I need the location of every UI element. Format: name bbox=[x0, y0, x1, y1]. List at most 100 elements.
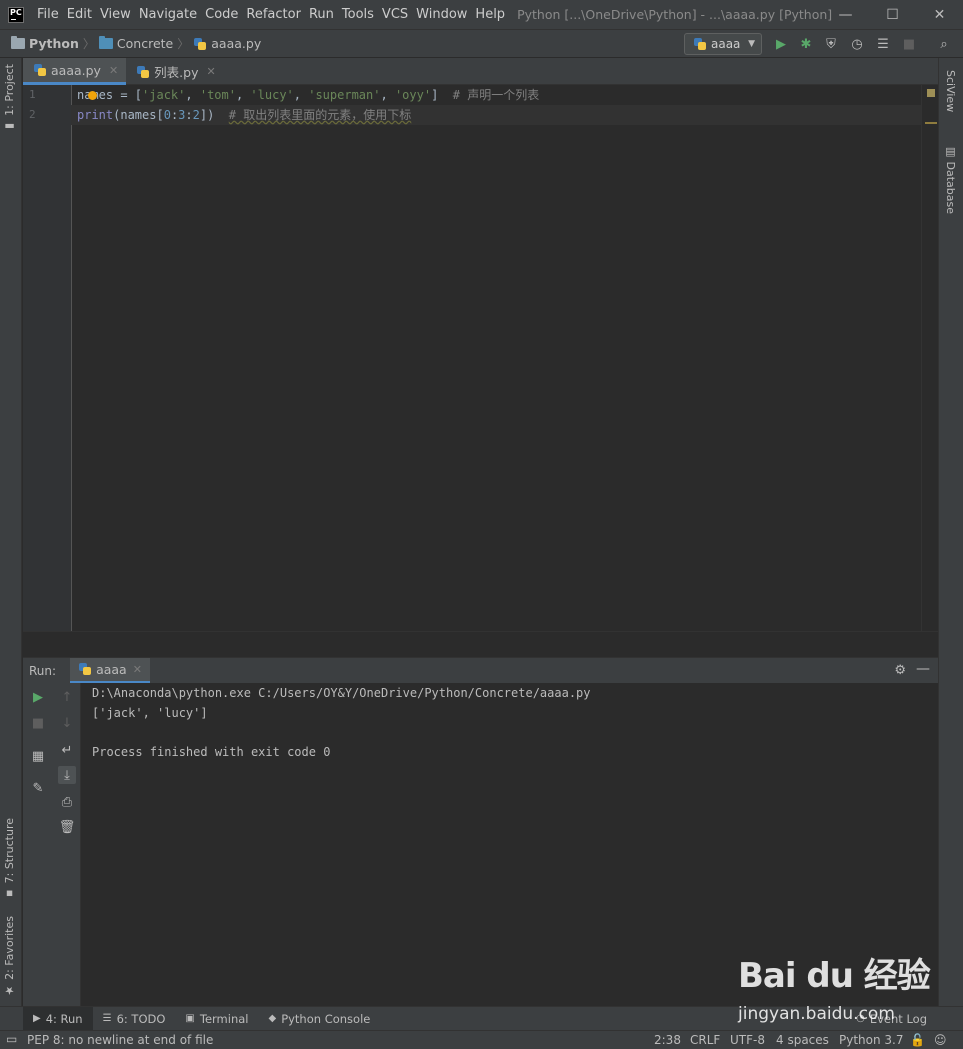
editor-tabs: aaaa.py ✕ 列表.py ✕ bbox=[23, 58, 938, 85]
inspector-icon[interactable]: ☺ bbox=[934, 1033, 947, 1047]
line-number-gutter: 1 2 bbox=[23, 85, 72, 631]
tool-tab-python-console[interactable]: ◆ Python Console bbox=[258, 1007, 380, 1031]
tool-tab-event-log[interactable]: ◔ Event Log bbox=[846, 1007, 937, 1031]
lock-icon[interactable]: 🔓 bbox=[910, 1033, 925, 1047]
menu-navigate[interactable]: Navigate bbox=[135, 7, 201, 22]
code-line-1: names = ['jack', 'tom', 'lucy', 'superma… bbox=[77, 88, 540, 102]
list-icon: ☰ bbox=[102, 1013, 112, 1024]
print-icon[interactable]: ⎙ bbox=[58, 793, 76, 811]
menu-edit[interactable]: Edit bbox=[63, 7, 96, 22]
file-encoding[interactable]: UTF-8 bbox=[730, 1033, 765, 1047]
layout-icon[interactable]: ▦ bbox=[29, 747, 47, 765]
menu-code[interactable]: Code bbox=[201, 7, 242, 22]
soft-wrap-icon[interactable]: ↵ bbox=[58, 741, 76, 759]
arrow-down-icon[interactable]: ↓ bbox=[58, 714, 76, 732]
panel-splitter[interactable] bbox=[23, 631, 938, 657]
console-line: D:\Anaconda\python.exe C:/Users/OY&Y/One… bbox=[92, 686, 591, 700]
close-icon[interactable]: ✕ bbox=[109, 64, 118, 77]
tool-tab-todo[interactable]: ☰ 6: TODO bbox=[93, 1007, 176, 1031]
database-tool-tab[interactable]: ▤ Database bbox=[944, 145, 957, 214]
folder-icon bbox=[11, 36, 25, 49]
trash-icon[interactable]: 🗑 bbox=[58, 818, 76, 836]
line-number: 2 bbox=[29, 108, 36, 121]
warning-marker[interactable] bbox=[925, 122, 937, 124]
minimize-panel-icon[interactable]: — bbox=[916, 661, 930, 677]
run-toolbar-primary: ▶ ■ ▦ ✎ bbox=[23, 683, 52, 1006]
navigation-bar: Python 〉 Concrete 〉 aaaa.py aaaa ▼ ▶ ✱ ⛨… bbox=[0, 29, 963, 58]
project-tool-tab[interactable]: ▬ 1: Project bbox=[3, 64, 16, 133]
line-number: 1 bbox=[29, 88, 36, 101]
maximize-button[interactable]: ☐ bbox=[869, 0, 916, 29]
close-icon[interactable]: ✕ bbox=[206, 65, 215, 78]
run-panel-label: Run: bbox=[29, 663, 57, 678]
menu-run[interactable]: Run bbox=[305, 7, 338, 22]
toggle-tool-windows-icon[interactable]: ▭ bbox=[6, 1032, 17, 1046]
tool-tab-terminal[interactable]: ▣ Terminal bbox=[175, 1007, 258, 1031]
lightbulb-icon[interactable] bbox=[88, 91, 97, 100]
breadcrumb-concrete[interactable]: Concrete 〉 bbox=[98, 35, 193, 52]
status-message[interactable]: PEP 8: no newline at end of file bbox=[27, 1033, 213, 1047]
scroll-to-end-icon[interactable]: ⤓ bbox=[58, 766, 76, 784]
editor-error-stripe[interactable] bbox=[921, 85, 938, 631]
menu-help[interactable]: Help bbox=[471, 7, 509, 22]
tab-list-py[interactable]: 列表.py ✕ bbox=[126, 58, 224, 85]
chevron-down-icon: ▼ bbox=[748, 39, 755, 49]
python-file-icon bbox=[136, 65, 150, 79]
close-button[interactable]: ✕ bbox=[916, 0, 963, 29]
menu-refactor[interactable]: Refactor bbox=[242, 7, 305, 22]
profile-icon[interactable]: ◷ bbox=[848, 35, 866, 53]
line-separator[interactable]: CRLF bbox=[690, 1033, 720, 1047]
menu-tools[interactable]: Tools bbox=[338, 7, 378, 22]
menu-bar: File Edit View Navigate Code Refactor Ru… bbox=[33, 7, 509, 22]
stop-icon[interactable]: ■ bbox=[900, 35, 918, 53]
star-icon: ★ bbox=[3, 983, 16, 997]
stop-icon[interactable]: ■ bbox=[29, 714, 47, 732]
bottom-tool-tabs: ▶ 4: Run ☰ 6: TODO ▣ Terminal ◆ Python C… bbox=[0, 1006, 963, 1031]
window-title: Python [...\OneDrive\Python] - ...\aaaa.… bbox=[517, 7, 833, 22]
menu-view[interactable]: View bbox=[96, 7, 135, 22]
python-icon bbox=[78, 662, 92, 676]
concurrency-icon[interactable]: ☰ bbox=[874, 35, 892, 53]
python-interpreter[interactable]: Python 3.7 bbox=[839, 1033, 904, 1047]
code-line-2: print(names[0:3:2]) # 取出列表里面的元素，使用下标 bbox=[71, 105, 921, 125]
menu-file[interactable]: File bbox=[33, 7, 63, 22]
run-toolbar-secondary: ↑ ↓ ↵ ⤓ ⎙ 🗑 bbox=[52, 683, 81, 1006]
warning-indicator-icon[interactable] bbox=[927, 89, 935, 97]
search-icon[interactable]: ⌕ bbox=[935, 35, 953, 53]
favorites-tool-tab[interactable]: ★ 2: Favorites bbox=[3, 916, 16, 997]
coverage-icon[interactable]: ⛨ bbox=[822, 35, 840, 53]
breadcrumb-file[interactable]: aaaa.py bbox=[193, 36, 261, 51]
run-icon: ▶ bbox=[33, 1013, 41, 1024]
indent-setting[interactable]: 4 spaces bbox=[776, 1033, 829, 1047]
caret-position[interactable]: 2:38 bbox=[654, 1033, 681, 1047]
run-icon[interactable]: ▶ bbox=[772, 35, 790, 53]
structure-tool-tab[interactable]: ▪ 7: Structure bbox=[3, 818, 16, 900]
close-icon[interactable]: ✕ bbox=[133, 663, 142, 676]
folder-icon bbox=[98, 36, 113, 49]
run-tab-aaaa[interactable]: aaaa ✕ bbox=[70, 657, 150, 684]
tool-tab-run[interactable]: ▶ 4: Run bbox=[23, 1006, 93, 1031]
python-icon bbox=[693, 37, 707, 51]
rerun-icon[interactable]: ▶ bbox=[29, 688, 47, 706]
terminal-icon: ▣ bbox=[185, 1013, 195, 1024]
python-console-icon: ◆ bbox=[268, 1013, 277, 1024]
title-bar: PC File Edit View Navigate Code Refactor… bbox=[0, 0, 963, 29]
left-tool-strip: ▬ 1: Project ▪ 7: Structure ★ 2: Favorit… bbox=[0, 58, 22, 1006]
menu-vcs[interactable]: VCS bbox=[378, 7, 412, 22]
python-file-icon bbox=[193, 37, 207, 51]
pin-icon[interactable]: ✎ bbox=[29, 779, 47, 797]
arrow-up-icon[interactable]: ↑ bbox=[58, 688, 76, 706]
run-configuration-select[interactable]: aaaa ▼ bbox=[684, 33, 762, 55]
breadcrumb-python[interactable]: Python 〉 bbox=[11, 35, 99, 52]
debug-icon[interactable]: ✱ bbox=[797, 35, 815, 53]
sciview-tool-tab[interactable]: SciView bbox=[944, 70, 957, 112]
code-editor[interactable]: names = ['jack', 'tom', 'lucy', 'superma… bbox=[71, 85, 921, 631]
tab-aaaa-py[interactable]: aaaa.py ✕ bbox=[23, 58, 127, 85]
gear-icon[interactable]: ⚙ bbox=[894, 663, 906, 678]
run-console-output[interactable]: D:\Anaconda\python.exe C:/Users/OY&Y/One… bbox=[81, 683, 938, 1006]
run-panel-header: Run: aaaa ✕ ⚙ — bbox=[23, 657, 938, 684]
menu-window[interactable]: Window bbox=[412, 7, 471, 22]
minimize-button[interactable]: — bbox=[822, 0, 869, 29]
folder-icon: ▬ bbox=[3, 119, 16, 133]
event-log-icon: ◔ bbox=[856, 1013, 865, 1024]
